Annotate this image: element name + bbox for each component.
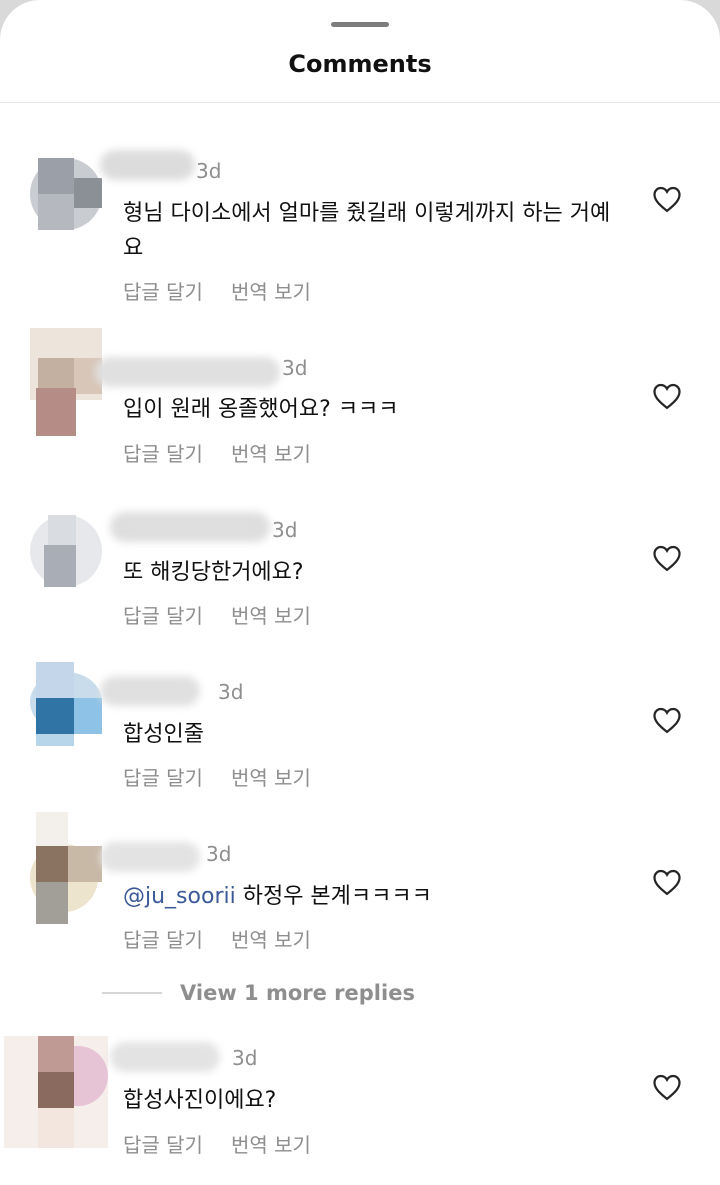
avatar[interactable]: [30, 515, 102, 587]
comment-time: 3d: [206, 842, 232, 866]
heart-outline-icon[interactable]: [652, 1073, 682, 1101]
reply-button[interactable]: 답글 달기: [123, 604, 203, 628]
view-more-replies-button[interactable]: View 1 more replies: [102, 978, 415, 1008]
comment-actions: 답글 달기 번역 보기: [123, 1129, 339, 1158]
username-blurred[interactable]: [110, 1042, 220, 1072]
username-blurred[interactable]: [95, 357, 280, 387]
heart-outline-icon[interactable]: [652, 185, 682, 213]
reply-button[interactable]: 답글 달기: [123, 280, 203, 304]
avatar[interactable]: [4, 1036, 108, 1148]
see-translation-button[interactable]: 번역 보기: [231, 1133, 311, 1157]
username-blurred[interactable]: [100, 676, 200, 706]
username-blurred[interactable]: [110, 512, 270, 542]
reply-button[interactable]: 답글 달기: [123, 928, 203, 952]
mention-link[interactable]: @ju_soorii: [123, 884, 236, 909]
avatar[interactable]: [30, 662, 102, 746]
heart-outline-icon[interactable]: [652, 706, 682, 734]
comment-actions: 답글 달기 번역 보기: [123, 762, 339, 791]
see-translation-button[interactable]: 번역 보기: [231, 766, 311, 790]
reply-button[interactable]: 답글 달기: [123, 442, 203, 466]
heart-outline-icon[interactable]: [652, 544, 682, 572]
sheet-title: Comments: [288, 50, 432, 78]
comments-sheet: Comments 3d 형님 다이소에서 얼마를 줬길래 이렇게까지 하는 거예…: [0, 0, 720, 1185]
comment-text: 합성사진이에요?: [123, 1088, 277, 1113]
comment-actions: 답글 달기 번역 보기: [123, 924, 339, 953]
username-blurred[interactable]: [100, 842, 200, 872]
avatar[interactable]: [30, 812, 102, 924]
avatar[interactable]: [30, 158, 102, 230]
drag-handle[interactable]: [331, 22, 389, 27]
comment-text-body: 하정우 본계ㅋㅋㅋㅋ: [235, 884, 432, 909]
replies-divider-line: [102, 992, 162, 994]
comment-actions: 답글 달기 번역 보기: [123, 600, 339, 629]
comment-text: 형님 다이소에서 얼마를 줬길래 이렇게까지 하는 거예요: [123, 201, 611, 261]
comment-actions: 답글 달기 번역 보기: [123, 438, 339, 467]
reply-button[interactable]: 답글 달기: [123, 766, 203, 790]
comment-text: 입이 원래 옹졸했어요? ㅋㅋㅋ: [123, 397, 399, 422]
comment-actions: 답글 달기 번역 보기: [123, 276, 339, 305]
comment-time: 3d: [232, 1046, 258, 1070]
see-translation-button[interactable]: 번역 보기: [231, 442, 311, 466]
heart-outline-icon[interactable]: [652, 868, 682, 896]
comment-time: 3d: [218, 680, 244, 704]
comment-text: @ju_soorii 하정우 본계ㅋㅋㅋㅋ: [123, 879, 623, 914]
view-more-replies-label: View 1 more replies: [180, 981, 415, 1005]
comment-time: 3d: [196, 159, 222, 183]
see-translation-button[interactable]: 번역 보기: [231, 604, 311, 628]
heart-outline-icon[interactable]: [652, 382, 682, 410]
header-divider: [0, 102, 720, 103]
reply-button[interactable]: 답글 달기: [123, 1133, 203, 1157]
comment-time: 3d: [282, 356, 308, 380]
comment-text: 또 해킹당한거에요?: [123, 560, 304, 585]
avatar-lower: [36, 388, 76, 436]
see-translation-button[interactable]: 번역 보기: [231, 928, 311, 952]
comment-text: 합성인줄: [123, 722, 204, 747]
see-translation-button[interactable]: 번역 보기: [231, 280, 311, 304]
comment-time: 3d: [272, 518, 298, 542]
username-blurred[interactable]: [100, 150, 195, 180]
